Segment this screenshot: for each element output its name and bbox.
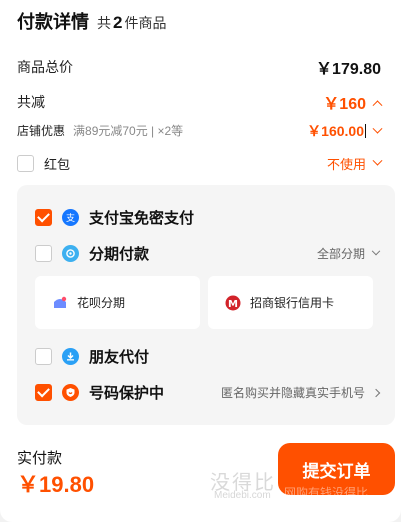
cmb-card[interactable]: M 招商银行信用卡 bbox=[208, 276, 373, 329]
chevron-right-icon bbox=[371, 388, 381, 397]
redpacket-row[interactable]: 红包 不使用 bbox=[17, 154, 383, 173]
shield-icon bbox=[62, 384, 79, 401]
installment-icon bbox=[62, 245, 79, 262]
chevron-down-icon bbox=[372, 155, 383, 166]
alipay-checkbox[interactable] bbox=[35, 209, 52, 226]
chevron-down-icon[interactable] bbox=[372, 123, 383, 134]
installment-checkbox[interactable] bbox=[35, 245, 52, 262]
friend-pay-checkbox[interactable] bbox=[35, 348, 52, 365]
alipay-icon: 支 bbox=[62, 209, 79, 226]
cmb-icon: M bbox=[225, 295, 241, 311]
installment-label: 分期付款 bbox=[89, 246, 150, 263]
friend-pay-option[interactable]: 朋友代付 bbox=[35, 346, 379, 367]
redpacket-value: 不使用 bbox=[326, 157, 366, 172]
cmb-label: 招商银行信用卡 bbox=[250, 296, 335, 310]
header: 付款详情 共 2 件商品 bbox=[17, 8, 166, 34]
watermark-slogan: 网购有钱没得比 bbox=[284, 486, 369, 500]
redpacket-label: 红包 bbox=[44, 157, 71, 172]
total-value: ￥179.80 bbox=[316, 61, 381, 78]
shop-discount-label: 店铺优惠 bbox=[17, 124, 66, 138]
friend-pay-label: 朋友代付 bbox=[89, 349, 150, 366]
redpacket-checkbox[interactable] bbox=[17, 155, 34, 172]
installment-cards: 花呗分期 M 招商银行信用卡 bbox=[35, 276, 373, 329]
shop-discount-row[interactable]: 店铺优惠 满89元减70元 | ×2等 ￥160.00 bbox=[17, 121, 383, 141]
total-row: 商品总价 ￥179.80 bbox=[17, 55, 381, 79]
reduce-label: 共减 bbox=[17, 94, 45, 110]
huabei-card[interactable]: 花呗分期 bbox=[35, 276, 200, 329]
paid-value: ￥19.80 bbox=[17, 472, 95, 497]
huabei-icon bbox=[52, 296, 68, 310]
shop-discount-desc: 满89元减70元 | ×2等 bbox=[73, 124, 184, 138]
payment-details-sheet: 付款详情 共 2 件商品 商品总价 ￥179.80 共减 ￥160 店铺优惠 满89元… bbox=[0, 0, 401, 522]
text-cursor bbox=[365, 124, 366, 138]
page-title: 付款详情 bbox=[17, 12, 89, 32]
privacy-label: 号码保护中 bbox=[89, 385, 165, 402]
privacy-checkbox[interactable] bbox=[35, 384, 52, 401]
paid-label: 实付款 bbox=[17, 450, 63, 467]
privacy-info[interactable]: 匿名购买并隐藏真实手机号 bbox=[221, 384, 381, 401]
alipay-label: 支付宝免密支付 bbox=[89, 210, 195, 227]
chevron-down-icon bbox=[371, 246, 381, 255]
item-count: 共 2 件商品 bbox=[97, 13, 167, 32]
privacy-option[interactable]: 号码保护中 匿名购买并隐藏真实手机号 bbox=[35, 382, 381, 403]
svg-text:支: 支 bbox=[66, 212, 75, 223]
svg-text:M: M bbox=[228, 299, 238, 310]
reduce-value: ￥160 bbox=[323, 96, 366, 113]
installment-all[interactable]: 全部分期 bbox=[317, 245, 381, 262]
watermark-url: Meidebi.com bbox=[214, 490, 271, 501]
chevron-up-icon[interactable] bbox=[372, 99, 383, 110]
reduce-row[interactable]: 共减 ￥160 bbox=[17, 90, 383, 114]
friend-pay-icon bbox=[62, 348, 79, 365]
huabei-label: 花呗分期 bbox=[77, 296, 126, 310]
shop-discount-value: ￥160.00 bbox=[307, 123, 364, 139]
alipay-option[interactable]: 支 支付宝免密支付 bbox=[35, 207, 379, 228]
installment-option[interactable]: 分期付款 全部分期 bbox=[35, 243, 381, 264]
total-label: 商品总价 bbox=[17, 59, 73, 75]
payment-methods-panel: 支 支付宝免密支付 分期付款 全部分期 花呗分期 M 招商银行信用卡 朋友代付 … bbox=[17, 185, 395, 425]
